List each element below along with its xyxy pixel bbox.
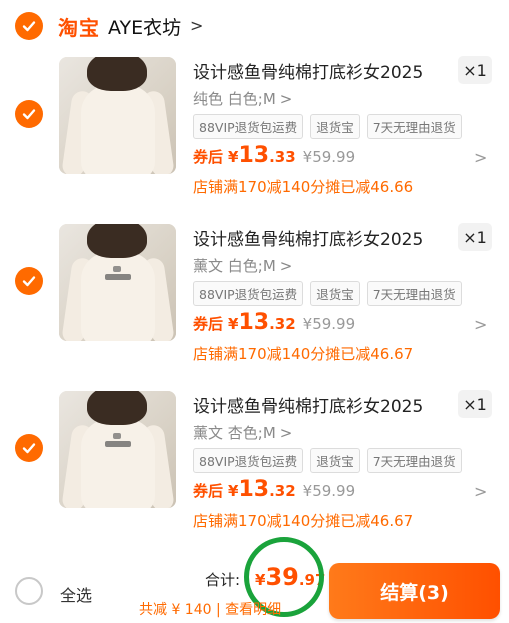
total-currency: ¥ (255, 571, 266, 589)
savings-detail-link[interactable]: 共减 ¥ 140 | 查看明细 (139, 599, 281, 619)
shirt-print (105, 274, 131, 280)
service-tags: 88VIP退货包运费 退货宝 7天无理由退货 (193, 281, 462, 306)
service-tag: 退货宝 (310, 448, 360, 473)
variant-label: 纯色 白色;M (193, 90, 276, 108)
variant-label: 薰文 白色;M (193, 257, 276, 275)
select-all-radio[interactable] (15, 577, 43, 605)
store-header[interactable]: 淘宝 AYE衣坊 > (0, 0, 509, 52)
cart-item[interactable]: 设计感鱼骨纯棉打底衫女2025 ×1 纯色 白色;M > 88VIP退货包运费 退货… (0, 52, 509, 219)
item-select-checkbox[interactable] (15, 267, 43, 295)
total-amount: ¥39.97 (255, 563, 325, 591)
service-tag: 88VIP退货包运费 (193, 448, 304, 473)
product-image[interactable] (59, 391, 176, 508)
total-label: 合计: (205, 571, 241, 589)
service-tag: 7天无理由退货 (366, 281, 462, 306)
service-tag: 88VIP退货包运费 (193, 281, 304, 306)
original-price: ¥59.99 (302, 315, 356, 333)
store-select-checkbox[interactable] (15, 12, 43, 40)
price-decimal: .32 (269, 315, 296, 333)
chevron-right-icon[interactable]: > (474, 482, 487, 501)
product-title[interactable]: 设计感鱼骨纯棉打底衫女2025 (193, 392, 423, 417)
price-decimal: .32 (269, 482, 296, 500)
price-row: 券后 ¥ 13 .32 ¥59.99 (193, 310, 355, 335)
price-row: 券后 ¥ 13 .33 ¥59.99 (193, 143, 355, 168)
price-row: 券后 ¥ 13 .32 ¥59.99 (193, 477, 355, 502)
item-select-checkbox[interactable] (15, 100, 43, 128)
price-integer: 13 (238, 477, 270, 502)
service-tag: 88VIP退货包运费 (193, 114, 304, 139)
product-image[interactable] (59, 57, 176, 174)
checkout-bar: 全选 合计: ¥39.97 共减 ¥ 140 | 查看明细 结算(3) (0, 537, 509, 623)
discount-note: 店铺满170减140分摊已减46.66 (193, 178, 414, 196)
product-title[interactable]: 设计感鱼骨纯棉打底衫女2025 (193, 225, 423, 250)
original-price: ¥59.99 (302, 482, 356, 500)
total-decimal: .97 (298, 571, 326, 589)
price-integer: 13 (238, 143, 270, 168)
service-tag: 退货宝 (310, 114, 360, 139)
chevron-right-icon: > (279, 257, 293, 275)
discount-note: 店铺满170减140分摊已减46.67 (193, 512, 414, 530)
price-integer: 13 (238, 310, 270, 335)
store-name[interactable]: AYE衣坊 (108, 13, 181, 40)
check-icon (22, 276, 36, 287)
taobao-brand-label: 淘宝 (58, 16, 100, 40)
quantity-badge[interactable]: ×1 (458, 56, 492, 84)
variant-selector[interactable]: 薰文 杏色;M > (193, 422, 292, 443)
cart-item[interactable]: 设计感鱼骨纯棉打底衫女2025 ×1 薰文 杏色;M > 88VIP退货包运费 退货… (0, 386, 509, 553)
price-label: 券后 (193, 482, 224, 500)
variant-selector[interactable]: 薰文 白色;M > (193, 255, 292, 276)
check-icon (22, 109, 36, 120)
chevron-right-icon: > (279, 90, 293, 108)
chevron-right-icon: > (190, 16, 204, 35)
price-currency: ¥ (228, 482, 239, 500)
cart-page: 淘宝 AYE衣坊 > 设计感鱼骨纯棉打底衫女2025 ×1 纯色 白色;M > 8… (0, 0, 509, 623)
shirt-print (105, 441, 131, 447)
price-currency: ¥ (228, 148, 239, 166)
variant-label: 薰文 杏色;M (193, 424, 276, 442)
service-tag: 7天无理由退货 (366, 114, 462, 139)
chevron-right-icon[interactable]: > (474, 148, 487, 167)
select-all-label[interactable]: 全选 (60, 582, 92, 606)
price-label: 券后 (193, 148, 224, 166)
price-currency: ¥ (228, 315, 239, 333)
chevron-right-icon: > (279, 424, 293, 442)
cart-item[interactable]: 设计感鱼骨纯棉打底衫女2025 ×1 薰文 白色;M > 88VIP退货包运费 退货… (0, 219, 509, 386)
variant-selector[interactable]: 纯色 白色;M > (193, 88, 292, 109)
quantity-badge[interactable]: ×1 (458, 390, 492, 418)
service-tag: 7天无理由退货 (366, 448, 462, 473)
checkout-button[interactable]: 结算(3) (329, 563, 500, 619)
service-tag: 退货宝 (310, 281, 360, 306)
original-price: ¥59.99 (302, 148, 356, 166)
service-tags: 88VIP退货包运费 退货宝 7天无理由退货 (193, 114, 462, 139)
product-image[interactable] (59, 224, 176, 341)
service-tags: 88VIP退货包运费 退货宝 7天无理由退货 (193, 448, 462, 473)
item-select-checkbox[interactable] (15, 434, 43, 462)
check-icon (22, 21, 36, 32)
product-title[interactable]: 设计感鱼骨纯棉打底衫女2025 (193, 58, 423, 83)
check-icon (22, 443, 36, 454)
price-label: 券后 (193, 315, 224, 333)
quantity-badge[interactable]: ×1 (458, 223, 492, 251)
price-decimal: .33 (269, 148, 296, 166)
chevron-right-icon[interactable]: > (474, 315, 487, 334)
discount-note: 店铺满170减140分摊已减46.67 (193, 345, 414, 363)
total-integer: 39 (265, 563, 299, 591)
